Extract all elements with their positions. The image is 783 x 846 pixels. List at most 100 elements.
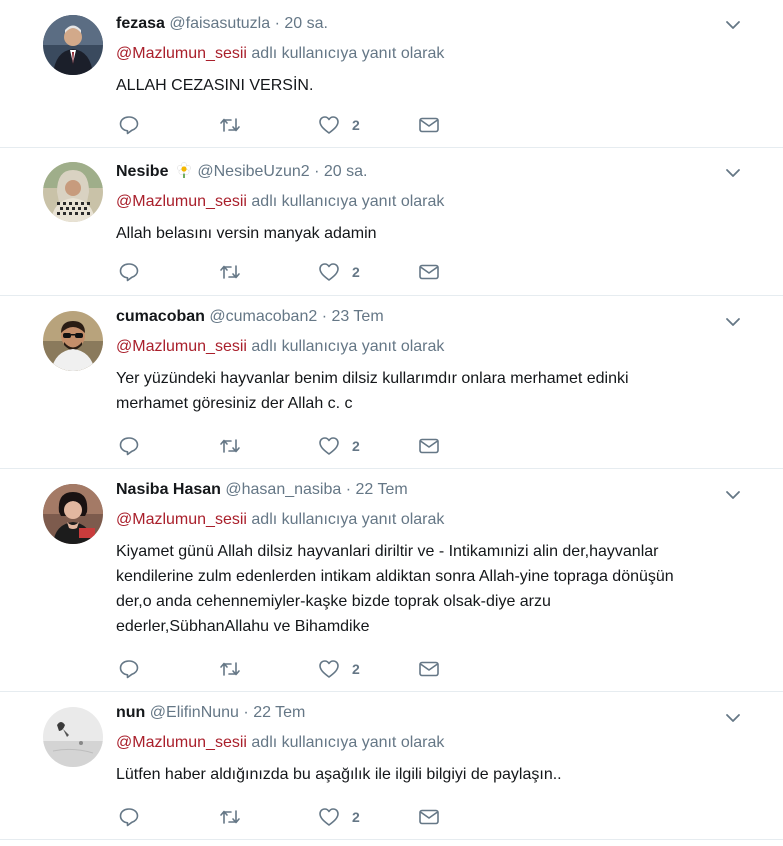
reply-icon <box>119 263 139 282</box>
reply-to-link[interactable]: @Mazlumun_sesii <box>116 511 247 528</box>
retweet-button[interactable] <box>218 657 242 681</box>
heart-icon <box>319 263 339 281</box>
like-button[interactable]: 2 <box>318 434 360 458</box>
reply-context-label: adlı kullanıcıya yanıt olarak <box>251 193 445 210</box>
reply-button[interactable] <box>118 657 140 681</box>
tweet[interactable]: Nesibe @NesibeUzun2 · 20 sa. @Mazlumun_s… <box>0 148 783 296</box>
tweet-actions: 2 <box>118 657 458 681</box>
tweet[interactable]: fezasa @faisasutuzla · 20 sa. @Mazlumun_… <box>0 0 783 148</box>
direct-message-button[interactable] <box>418 805 440 829</box>
reply-button[interactable] <box>118 260 140 284</box>
separator: · <box>243 704 249 721</box>
avatar[interactable] <box>43 484 103 544</box>
heart-icon <box>319 437 339 455</box>
tweet-text: Yer yüzündeki hayvanlar benim dilsiz kul… <box>116 366 743 416</box>
like-count: 2 <box>352 117 360 133</box>
avatar[interactable] <box>43 15 103 75</box>
tweet[interactable]: cumacoban @cumacoban2 · 23 Tem @Mazlumun… <box>0 296 783 469</box>
display-name[interactable]: Nasiba Hasan <box>116 481 221 498</box>
reply-context: @Mazlumun_sesii adlı kullanıcıya yanıt o… <box>116 191 743 213</box>
direct-message-button[interactable] <box>418 113 440 137</box>
heart-icon <box>319 808 339 826</box>
direct-message-button[interactable] <box>418 657 440 681</box>
reply-button[interactable] <box>118 434 140 458</box>
display-name[interactable]: fezasa <box>116 15 165 32</box>
tweet-text: Lütfen haber aldığınızda bu aşağılık ile… <box>116 766 562 783</box>
avatar[interactable] <box>43 311 103 371</box>
woman-with-keffiyeh-avatar <box>43 162 103 222</box>
retweet-icon <box>220 439 240 453</box>
reply-context: @Mazlumun_sesii adlı kullanıcıya yanıt o… <box>116 509 743 531</box>
reply-button[interactable] <box>118 113 140 137</box>
envelope-icon <box>419 661 439 677</box>
direct-message-button[interactable] <box>418 260 440 284</box>
tweet-header: Nasiba Hasan @hasan_nasiba · 22 Tem <box>116 479 743 501</box>
timestamp[interactable]: 20 sa. <box>284 15 328 32</box>
separator: · <box>314 163 320 180</box>
reply-context-label: adlı kullanıcıya yanıt olarak <box>251 734 445 751</box>
chevron-down-icon[interactable] <box>725 314 741 330</box>
reply-button[interactable] <box>118 805 140 829</box>
like-button[interactable]: 2 <box>318 260 360 284</box>
tweet-text: Kiyamet günü Allah dilsiz hayvanlari dir… <box>116 539 743 639</box>
chevron-down-icon[interactable] <box>725 710 741 726</box>
like-button[interactable]: 2 <box>318 657 360 681</box>
tweet-text-line: merhamet göresiniz der Allah c. c <box>116 395 353 412</box>
envelope-icon <box>419 264 439 280</box>
like-count: 2 <box>352 264 360 280</box>
timestamp[interactable]: 23 Tem <box>331 308 383 325</box>
user-handle[interactable]: @hasan_nasiba <box>225 481 341 498</box>
tweet-header: nun @ElifinNunu · 22 Tem <box>116 702 743 724</box>
heart-icon <box>319 116 339 134</box>
user-handle[interactable]: @NesibeUzun2 <box>197 163 309 180</box>
timestamp[interactable]: 20 sa. <box>324 163 368 180</box>
direct-message-button[interactable] <box>418 434 440 458</box>
user-handle[interactable]: @ElifinNunu <box>150 704 239 721</box>
display-name[interactable]: Nesibe <box>116 163 168 180</box>
chevron-down-icon[interactable] <box>725 17 741 33</box>
retweet-icon <box>220 810 240 824</box>
reply-to-link[interactable]: @Mazlumun_sesii <box>116 193 247 210</box>
retweet-button[interactable] <box>218 805 242 829</box>
like-count: 2 <box>352 661 360 677</box>
tweet[interactable]: Nasiba Hasan @hasan_nasiba · 22 Tem @Maz… <box>0 469 783 692</box>
tweet-text-line: Yer yüzündeki hayvanlar benim dilsiz kul… <box>116 370 629 387</box>
tweet-header: fezasa @faisasutuzla · 20 sa. <box>116 13 743 35</box>
user-handle[interactable]: @faisasutuzla <box>169 15 270 32</box>
flower-icon <box>175 161 193 186</box>
reply-icon <box>119 116 139 135</box>
tweet-actions: 2 <box>118 805 458 829</box>
like-button[interactable]: 2 <box>318 113 360 137</box>
retweet-button[interactable] <box>218 113 242 137</box>
man-with-sunglasses-avatar <box>43 311 103 371</box>
chevron-down-icon[interactable] <box>725 487 741 503</box>
avatar[interactable] <box>43 162 103 222</box>
reply-feed: fezasa @faisasutuzla · 20 sa. @Mazlumun_… <box>0 0 783 840</box>
tweet-text-line: der,o anda cehennemiyler-kaşke bizde top… <box>116 593 551 610</box>
retweet-icon <box>220 662 240 676</box>
tweet-text-line: ederler,SübhanAllahu ve Bihamdike <box>116 618 370 635</box>
timestamp[interactable]: 22 Tem <box>253 704 305 721</box>
avatar[interactable] <box>43 707 103 767</box>
user-handle[interactable]: @cumacoban2 <box>209 308 317 325</box>
reply-context: @Mazlumun_sesii adlı kullanıcıya yanıt o… <box>116 336 743 358</box>
tweet-header: Nesibe @NesibeUzun2 · 20 sa. <box>116 161 743 183</box>
reply-context-label: adlı kullanıcıya yanıt olarak <box>251 511 445 528</box>
envelope-icon <box>419 438 439 454</box>
reply-to-link[interactable]: @Mazlumun_sesii <box>116 338 247 355</box>
retweet-button[interactable] <box>218 434 242 458</box>
heart-icon <box>319 660 339 678</box>
display-name[interactable]: nun <box>116 704 145 721</box>
timestamp[interactable]: 22 Tem <box>356 481 408 498</box>
chevron-down-icon[interactable] <box>725 165 741 181</box>
reply-to-link[interactable]: @Mazlumun_sesii <box>116 734 247 751</box>
reply-to-link[interactable]: @Mazlumun_sesii <box>116 45 247 62</box>
envelope-icon <box>419 809 439 825</box>
tweet-text-line: Kiyamet günü Allah dilsiz hayvanlari dir… <box>116 543 659 560</box>
tweet[interactable]: nun @ElifinNunu · 22 Tem @Mazlumun_sesii… <box>0 692 783 840</box>
retweet-button[interactable] <box>218 260 242 284</box>
tweet-text-line: kendilerine zulm edenlerden intikam aldi… <box>116 568 674 585</box>
like-button[interactable]: 2 <box>318 805 360 829</box>
tweet-header: cumacoban @cumacoban2 · 23 Tem <box>116 306 743 328</box>
display-name[interactable]: cumacoban <box>116 308 205 325</box>
